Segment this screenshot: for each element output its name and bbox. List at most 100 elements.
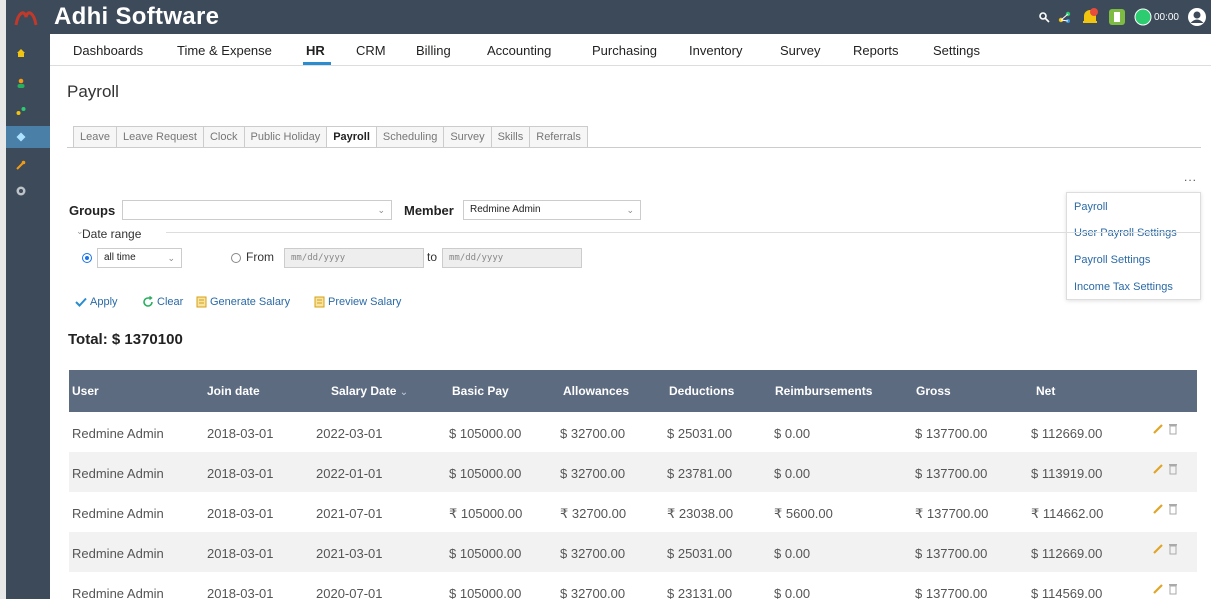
member-select[interactable]: Redmine Admin ⌄ xyxy=(463,200,641,220)
tab-referrals[interactable]: Referrals xyxy=(529,126,588,148)
trash-icon[interactable] xyxy=(1168,503,1178,515)
groups-select[interactable]: ⌄ xyxy=(122,200,392,220)
cell-allowances: $ 32700.00 xyxy=(560,546,626,561)
user-avatar-icon[interactable] xyxy=(1187,7,1207,27)
search-icon[interactable] xyxy=(1038,11,1050,23)
column-join-date[interactable]: Join date xyxy=(207,384,260,398)
period-select[interactable]: all time ⌄ xyxy=(97,248,182,268)
sidebar-item-user[interactable] xyxy=(6,72,50,94)
to-date-input[interactable]: mm/dd/yyyy xyxy=(442,248,582,268)
nav-crm[interactable]: CRM xyxy=(356,43,386,58)
column-gross[interactable]: Gross xyxy=(916,384,951,398)
table-row[interactable]: Redmine Admin 2018-03-01 2021-03-01 $ 10… xyxy=(69,532,1197,572)
tab-survey[interactable]: Survey xyxy=(443,126,491,148)
nav-survey[interactable]: Survey xyxy=(780,43,820,58)
column-deductions[interactable]: Deductions xyxy=(669,384,734,398)
sidebar-item-hr[interactable] xyxy=(6,126,50,148)
help-icon xyxy=(16,186,26,196)
nav-reports[interactable]: Reports xyxy=(853,43,899,58)
tab-skills[interactable]: Skills xyxy=(490,126,530,148)
table-row[interactable]: Redmine Admin 2018-03-01 2022-01-01 $ 10… xyxy=(69,452,1197,492)
nav-inventory[interactable]: Inventory xyxy=(689,43,742,58)
cell-salary-date: 2022-01-01 xyxy=(316,466,383,481)
cell-join-date: 2018-03-01 xyxy=(207,506,274,521)
nav-time-expense[interactable]: Time & Expense xyxy=(177,43,272,58)
generate-salary-button[interactable]: Generate Salary xyxy=(196,296,290,308)
cell-deductions: $ 25031.00 xyxy=(667,546,733,561)
table-row[interactable]: Redmine Admin 2018-03-01 2022-03-01 $ 10… xyxy=(69,412,1197,452)
page-title: Payroll xyxy=(67,82,119,101)
document-icon xyxy=(196,296,207,308)
trash-icon[interactable] xyxy=(1168,583,1178,595)
nav-purchasing[interactable]: Purchasing xyxy=(592,43,657,58)
from-radio[interactable] xyxy=(231,253,241,263)
preview-salary-button[interactable]: Preview Salary xyxy=(314,296,401,308)
column-user[interactable]: User xyxy=(72,384,99,398)
cell-gross: $ 137700.00 xyxy=(915,586,988,599)
row-actions xyxy=(1152,423,1178,435)
cell-basic-pay: $ 105000.00 xyxy=(449,426,522,441)
row-actions xyxy=(1152,543,1178,555)
tab-scheduling[interactable]: Scheduling xyxy=(375,126,444,148)
wrench-icon xyxy=(16,160,26,170)
sidebar-item-share[interactable] xyxy=(6,100,50,122)
more-menu-button[interactable]: ... xyxy=(1184,170,1197,184)
tab-public-holiday[interactable]: Public Holiday xyxy=(243,126,327,148)
notification-bell-icon[interactable] xyxy=(1080,7,1100,27)
menu-item-user-payroll-settings[interactable]: User Payroll Settings xyxy=(1074,227,1177,239)
timer-status-icon[interactable] xyxy=(1134,8,1152,26)
tab-payroll[interactable]: Payroll xyxy=(326,126,376,148)
edit-pencil-icon[interactable] xyxy=(1152,583,1164,595)
date-range-label[interactable]: Date range xyxy=(82,227,141,241)
column-salary-date[interactable]: Salary Date ⌄ xyxy=(331,384,408,398)
trash-icon[interactable] xyxy=(1168,463,1178,475)
to-label: to xyxy=(427,250,438,264)
cell-net: $ 114569.00 xyxy=(1031,586,1103,599)
menu-item-payroll[interactable]: Payroll xyxy=(1074,201,1108,213)
column-net[interactable]: Net xyxy=(1036,384,1055,398)
column-reimbursements[interactable]: Reimbursements xyxy=(775,384,872,398)
sidebar-item-home[interactable] xyxy=(6,42,50,64)
nav-accounting[interactable]: Accounting xyxy=(487,43,551,58)
edit-pencil-icon[interactable] xyxy=(1152,503,1164,515)
row-actions xyxy=(1152,583,1178,595)
all-time-radio[interactable] xyxy=(82,253,92,263)
refresh-icon xyxy=(143,296,153,307)
tab-leave-request[interactable]: Leave Request xyxy=(115,126,203,148)
cell-join-date: 2018-03-01 xyxy=(207,466,274,481)
edit-pencil-icon[interactable] xyxy=(1152,543,1164,555)
timesheet-icon[interactable] xyxy=(1108,8,1126,26)
cell-join-date: 2018-03-01 xyxy=(207,426,274,441)
cell-basic-pay: $ 105000.00 xyxy=(449,586,522,599)
share-icon[interactable] xyxy=(1058,10,1072,24)
tab-leave[interactable]: Leave xyxy=(73,126,116,148)
table-row[interactable]: Redmine Admin 2018-03-01 2021-07-01 ₹ 10… xyxy=(69,492,1197,532)
cell-reimbursements: ₹ 5600.00 xyxy=(774,506,833,521)
nav-settings[interactable]: Settings xyxy=(933,43,980,58)
table-row[interactable]: Redmine Admin 2018-03-01 2020-07-01 $ 10… xyxy=(69,572,1197,599)
tab-clock[interactable]: Clock xyxy=(202,126,244,148)
hr-tabs: Leave Leave Request Clock Public Holiday… xyxy=(73,126,588,148)
trash-icon[interactable] xyxy=(1168,543,1178,555)
app-title[interactable]: Adhi Software xyxy=(54,3,219,31)
cell-deductions: $ 23131.00 xyxy=(667,586,733,599)
column-allowances[interactable]: Allowances xyxy=(563,384,629,398)
apply-button[interactable]: Apply xyxy=(75,296,118,308)
edit-pencil-icon[interactable] xyxy=(1152,423,1164,435)
column-basic-pay[interactable]: Basic Pay xyxy=(452,384,509,398)
nav-dashboards[interactable]: Dashboards xyxy=(73,43,143,58)
sidebar-item-help[interactable] xyxy=(6,180,50,202)
nav-hr[interactable]: HR xyxy=(306,43,325,58)
menu-item-income-tax-settings[interactable]: Income Tax Settings xyxy=(1074,281,1173,293)
sidebar-item-tools[interactable] xyxy=(6,154,50,176)
more-menu-dropdown: Payroll User Payroll Settings Payroll Se… xyxy=(1066,192,1201,300)
cell-allowances: $ 32700.00 xyxy=(560,586,626,599)
nav-billing[interactable]: Billing xyxy=(416,43,451,58)
from-date-input[interactable]: mm/dd/yyyy xyxy=(284,248,424,268)
edit-pencil-icon[interactable] xyxy=(1152,463,1164,475)
cell-gross: $ 137700.00 xyxy=(915,426,988,441)
clear-button[interactable]: Clear xyxy=(142,296,183,308)
menu-item-payroll-settings[interactable]: Payroll Settings xyxy=(1074,254,1150,266)
trash-icon[interactable] xyxy=(1168,423,1178,435)
cell-reimbursements: $ 0.00 xyxy=(774,426,811,441)
